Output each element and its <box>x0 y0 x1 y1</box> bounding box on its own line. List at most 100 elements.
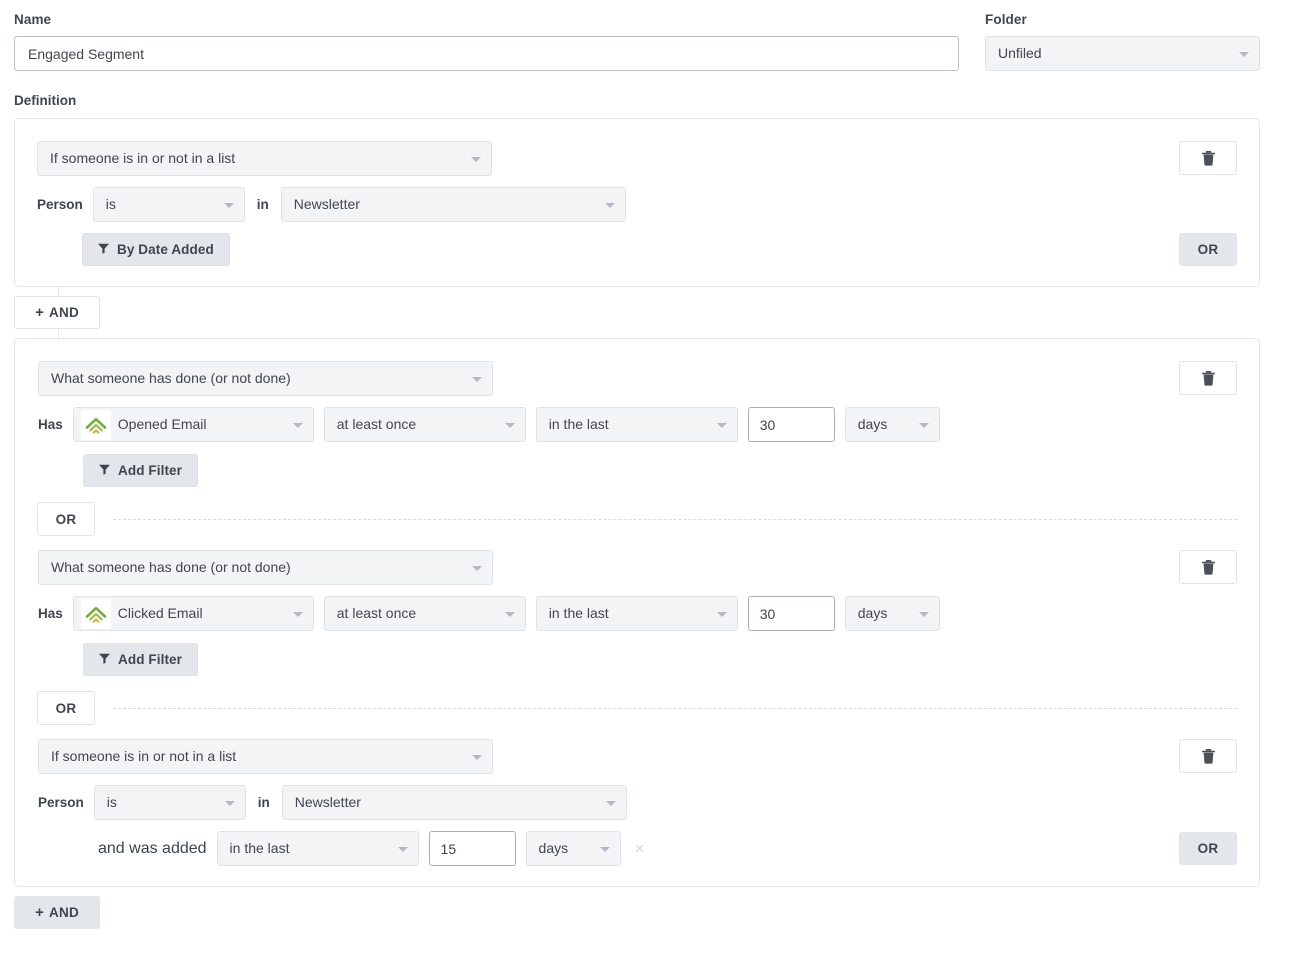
plus-icon: + <box>35 905 44 920</box>
trash-icon <box>1202 560 1215 575</box>
condition-3-delete-button[interactable] <box>1179 550 1237 584</box>
add-filter-label-2: Add Filter <box>118 463 182 478</box>
plus-icon: + <box>35 305 44 320</box>
add-filter-button-2[interactable]: Add Filter <box>83 454 198 487</box>
condition-2-event-value: Opened Email <box>118 416 207 432</box>
add-and-label-top: AND <box>49 305 79 320</box>
add-filter-button-3[interactable]: Add Filter <box>83 643 198 676</box>
add-filter-label-3: Add Filter <box>118 652 182 667</box>
condition-2-header: What someone has done (or not done) <box>38 361 1237 396</box>
segment-name-input[interactable] <box>14 36 959 71</box>
or-divider-2: OR <box>37 691 1237 725</box>
condition-2-frequency-select[interactable]: at least once <box>324 407 526 442</box>
add-and-button-bottom[interactable]: + AND <box>14 896 100 929</box>
condition-4: If someone is in or not in a list <box>37 739 1237 866</box>
chevron-down-icon <box>472 755 482 760</box>
condition-4-added-timeframe-value: in the last <box>230 840 290 856</box>
folder-field-group: Folder Unfiled <box>985 12 1260 71</box>
condition-3-unit-value: days <box>858 605 888 621</box>
condition-1-operator-select[interactable]: is <box>93 187 245 222</box>
condition-4-or-button[interactable]: OR <box>1179 832 1237 865</box>
condition-3-unit-select[interactable]: days <box>845 596 940 631</box>
condition-group-2: What someone has done (or not done) <box>14 338 1260 887</box>
condition-4-detail-row: Person is in Newsletter <box>38 785 1237 820</box>
segment-builder-page: Name Folder Unfiled Definition If someon… <box>0 0 1300 980</box>
by-date-added-label: By Date Added <box>117 242 214 257</box>
add-and-button-top[interactable]: + AND <box>14 296 100 329</box>
condition-4-added-unit-select[interactable]: days <box>526 831 621 866</box>
close-icon[interactable]: × <box>631 840 649 857</box>
chevron-down-icon <box>293 612 303 617</box>
condition-1-list-value: Newsletter <box>294 196 360 212</box>
chevron-down-icon <box>472 566 482 571</box>
condition-1-footer: By Date Added OR <box>37 233 1237 266</box>
folder-select[interactable]: Unfiled <box>985 36 1260 71</box>
or-divider-1: OR <box>37 502 1237 536</box>
condition-1: If someone is in or not in a list <box>37 141 1237 266</box>
by-date-added-button[interactable]: By Date Added <box>82 233 230 266</box>
trash-icon <box>1202 749 1215 764</box>
filter-funnel-icon <box>99 652 110 667</box>
condition-2-detail-row: Has Opened Email at lea <box>38 407 1237 442</box>
definition-section: Definition If someone is in or not in a … <box>0 71 1300 938</box>
chevron-down-icon <box>505 423 515 428</box>
condition-4-operator-select[interactable]: is <box>94 785 246 820</box>
or-divider-button-1[interactable]: OR <box>37 502 95 536</box>
and-was-added-label: and was added <box>98 840 207 858</box>
condition-3-event-select[interactable]: Clicked Email <box>73 596 314 631</box>
condition-4-operator-value: is <box>107 794 117 810</box>
condition-2-type-select[interactable]: What someone has done (or not done) <box>38 361 493 396</box>
condition-3-header: What someone has done (or not done) <box>38 550 1237 585</box>
and-connector-row-top: + AND <box>14 287 1260 338</box>
condition-3-amount-input[interactable] <box>748 596 835 631</box>
condition-4-footer: and was added in the last days × OR <box>38 831 1237 866</box>
has-label: Has <box>38 606 63 621</box>
condition-2-frequency-value: at least once <box>337 416 416 432</box>
condition-2-amount-input[interactable] <box>748 407 835 442</box>
condition-1-delete-button[interactable] <box>1179 141 1237 175</box>
chevron-down-icon <box>505 612 515 617</box>
condition-2-unit-select[interactable]: days <box>845 407 940 442</box>
condition-4-added-row: and was added in the last days × <box>38 831 648 866</box>
trash-icon <box>1202 371 1215 386</box>
email-activity-icon <box>81 410 111 440</box>
condition-3-type-select[interactable]: What someone has done (or not done) <box>38 550 493 585</box>
chevron-down-icon <box>293 423 303 428</box>
condition-4-added-amount-input[interactable] <box>429 831 516 866</box>
chevron-down-icon <box>225 801 235 806</box>
condition-2-timeframe-select[interactable]: in the last <box>536 407 738 442</box>
condition-4-header: If someone is in or not in a list <box>38 739 1237 774</box>
condition-4-list-select[interactable]: Newsletter <box>282 785 627 820</box>
in-label: in <box>256 795 272 810</box>
condition-3-timeframe-select[interactable]: in the last <box>536 596 738 631</box>
email-activity-icon <box>81 599 111 629</box>
chevron-down-icon <box>471 157 481 162</box>
condition-4-delete-button[interactable] <box>1179 739 1237 773</box>
has-label: Has <box>38 417 63 432</box>
condition-3-frequency-select[interactable]: at least once <box>324 596 526 631</box>
condition-4-type-select[interactable]: If someone is in or not in a list <box>38 739 493 774</box>
definition-label: Definition <box>14 93 1260 109</box>
trash-icon <box>1202 151 1215 166</box>
folder-label: Folder <box>985 12 1260 28</box>
condition-4-added-timeframe-select[interactable]: in the last <box>217 831 419 866</box>
condition-1-or-button[interactable]: OR <box>1179 233 1237 266</box>
condition-3-timeframe-value: in the last <box>549 605 609 621</box>
chevron-down-icon <box>600 847 610 852</box>
chevron-down-icon <box>606 801 616 806</box>
name-folder-row: Name Folder Unfiled <box>0 0 1300 71</box>
chevron-down-icon <box>472 377 482 382</box>
condition-2-delete-button[interactable] <box>1179 361 1237 395</box>
and-connector-row-bottom: + AND <box>14 887 1260 938</box>
condition-3-filter-row: Add Filter <box>38 643 1237 676</box>
condition-2-type-value: What someone has done (or not done) <box>51 370 291 386</box>
or-divider-button-2[interactable]: OR <box>37 691 95 725</box>
condition-1-list-select[interactable]: Newsletter <box>281 187 626 222</box>
condition-1-type-select[interactable]: If someone is in or not in a list <box>37 141 492 176</box>
folder-select-value: Unfiled <box>998 45 1042 61</box>
dashed-separator <box>113 519 1237 520</box>
condition-3-type-value: What someone has done (or not done) <box>51 559 291 575</box>
condition-2-event-select[interactable]: Opened Email <box>73 407 314 442</box>
condition-2-timeframe-value: in the last <box>549 416 609 432</box>
add-and-label-bottom: AND <box>49 905 79 920</box>
